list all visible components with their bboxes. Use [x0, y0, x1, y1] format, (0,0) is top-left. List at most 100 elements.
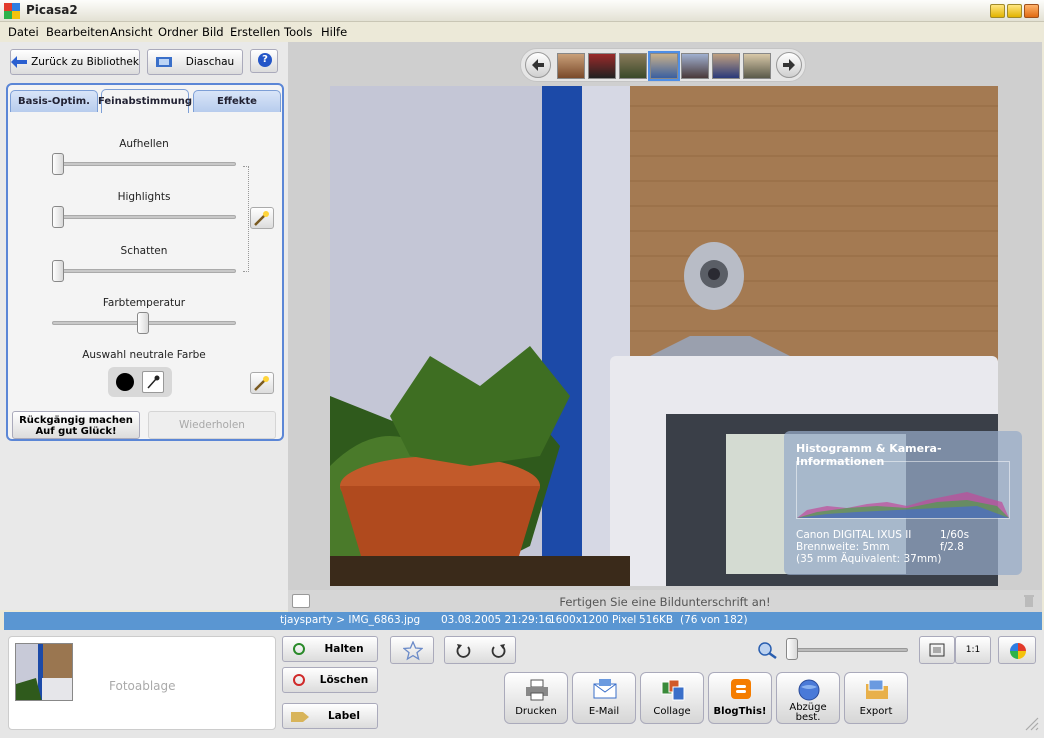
email-label: E-Mail	[588, 706, 620, 717]
auto-color-wand-button[interactable]	[250, 372, 274, 394]
rotate-left-icon[interactable]	[455, 642, 473, 660]
photo-resolution: 1600x1200 Pixel	[549, 614, 637, 626]
picasa-web-button[interactable]	[998, 636, 1036, 664]
help-icon: ?	[258, 53, 272, 67]
caption-bar: Fertigen Sie eine Bildunterschrift an!	[288, 590, 1042, 612]
color-temperature-slider-thumb[interactable]	[137, 312, 149, 334]
slideshow-label: Diaschau	[185, 56, 235, 68]
label-tag-icon	[291, 712, 309, 722]
menu-datei[interactable]: Datei	[8, 25, 39, 39]
equivalent-focal-length: (35 mm Äquivalent: 37mm)	[796, 553, 942, 565]
status-bar: tjaysparty > IMG_6863.jpg 03.08.2005 21:…	[4, 612, 1042, 630]
focal-length: Brennweite: 5mm	[796, 541, 890, 553]
eyedropper-button[interactable]	[142, 371, 164, 393]
menu-bild[interactable]: Bild	[202, 25, 224, 39]
photo-viewer: Histogramm & Kamera-Informationen Canon …	[288, 42, 1042, 612]
export-folder-icon	[866, 679, 888, 699]
redo-button[interactable]: Wiederholen	[148, 411, 276, 439]
collage-button[interactable]: Collage	[640, 672, 704, 724]
film-thumb-selected[interactable]	[648, 51, 680, 81]
actual-size-button[interactable]: 1:1	[955, 636, 991, 664]
menu-bar: Datei Bearbeiten Ansicht Ordner Bild Ers…	[0, 22, 1044, 42]
arrow-right-icon	[783, 59, 795, 71]
highlights-slider-thumb[interactable]	[52, 206, 64, 228]
arrow-left-icon	[532, 59, 544, 71]
resize-grip-icon[interactable]	[1020, 712, 1040, 732]
blogthis-button[interactable]: BlogThis!	[708, 672, 772, 724]
photo-path: tjaysparty > IMG_6863.jpg	[280, 614, 421, 626]
star-icon	[403, 641, 423, 661]
globe-icon	[798, 679, 820, 701]
order-prints-button[interactable]: Abzüge best.	[776, 672, 840, 724]
printer-icon	[526, 679, 548, 701]
photo-tray: Fotoablage	[8, 636, 276, 730]
film-thumb[interactable]	[557, 53, 585, 79]
magic-wand-icon	[254, 211, 269, 226]
help-button[interactable]: ?	[250, 49, 278, 73]
tab-feinabstimmung[interactable]: Feinabstimmung	[98, 89, 192, 113]
menu-tools[interactable]: Tools	[284, 25, 312, 39]
color-wheel-icon	[1010, 643, 1026, 659]
star-button[interactable]	[390, 636, 434, 664]
photo-datetime: 03.08.2005 21:29:16	[441, 614, 552, 626]
undo-button[interactable]: Rückgängig machen Auf gut Glück!	[12, 411, 140, 439]
neutral-color-label: Auswahl neutrale Farbe	[82, 349, 206, 361]
blogger-icon	[731, 679, 751, 699]
tray-thumbnail-image	[16, 644, 72, 700]
tab-effekte[interactable]: Effekte	[193, 90, 281, 112]
order-prints-label: Abzüge best.	[789, 702, 827, 723]
print-button[interactable]: Drucken	[504, 672, 568, 724]
trash-icon[interactable]	[1022, 594, 1036, 608]
caption-input[interactable]: Fertigen Sie eine Bildunterschrift an!	[288, 595, 1042, 609]
collage-label: Collage	[653, 706, 691, 717]
zoom-slider-track[interactable]	[790, 648, 908, 652]
rotate-right-icon[interactable]	[489, 642, 507, 660]
photo-filesize: 516KB	[639, 614, 674, 626]
close-button[interactable]	[1024, 4, 1039, 18]
film-thumb[interactable]	[588, 53, 616, 79]
label-label: Label	[327, 710, 360, 722]
brighten-slider-thumb[interactable]	[52, 153, 64, 175]
export-button[interactable]: Export	[844, 672, 908, 724]
shadows-label: Schatten	[120, 245, 168, 257]
delete-icon	[293, 674, 305, 686]
hold-button[interactable]: Halten	[282, 636, 378, 662]
highlights-label: Highlights	[117, 191, 171, 203]
histogram-panel: Histogramm & Kamera-Informationen Canon …	[784, 431, 1022, 575]
color-temperature-label: Farbtemperatur	[102, 297, 186, 309]
auto-contrast-wand-button[interactable]	[250, 207, 274, 229]
eyedropper-icon	[147, 375, 160, 389]
maximize-button[interactable]	[1007, 4, 1022, 18]
rotate-buttons	[444, 636, 516, 664]
shadows-slider-track[interactable]	[52, 269, 236, 273]
next-photo-button[interactable]	[776, 52, 802, 78]
email-button[interactable]: E-Mail	[572, 672, 636, 724]
menu-ansicht[interactable]: Ansicht	[110, 25, 152, 39]
film-thumb[interactable]	[619, 53, 647, 79]
filmstrip	[520, 48, 806, 82]
film-thumb[interactable]	[743, 53, 771, 79]
menu-bearbeiten[interactable]: Bearbeiten	[46, 25, 109, 39]
brighten-slider-track[interactable]	[52, 162, 236, 166]
menu-hilfe[interactable]: Hilfe	[321, 25, 347, 39]
histogram-graph	[796, 461, 1010, 519]
label-button[interactable]: Label	[282, 703, 378, 729]
fit-to-window-button[interactable]	[919, 636, 955, 664]
shadows-slider-thumb[interactable]	[52, 260, 64, 282]
film-thumb[interactable]	[681, 53, 709, 79]
highlights-slider-track[interactable]	[52, 215, 236, 219]
minimize-button[interactable]	[990, 4, 1005, 18]
slideshow-button[interactable]: Diaschau	[147, 49, 243, 75]
menu-ordner[interactable]: Ordner	[158, 25, 198, 39]
delete-button[interactable]: Löschen	[282, 667, 378, 693]
menu-erstellen[interactable]: Erstellen	[230, 25, 280, 39]
histogram-image	[797, 492, 1009, 518]
tab-basis[interactable]: Basis-Optim.	[10, 90, 98, 112]
zoom-slider-thumb[interactable]	[786, 638, 798, 660]
tray-label: Fotoablage	[109, 679, 176, 693]
previous-photo-button[interactable]	[525, 52, 551, 78]
back-to-library-button[interactable]: Zurück zu Bibliothek	[10, 49, 140, 75]
neutral-color-swatch	[116, 373, 134, 391]
tray-thumbnail[interactable]	[15, 643, 73, 701]
film-thumb[interactable]	[712, 53, 740, 79]
